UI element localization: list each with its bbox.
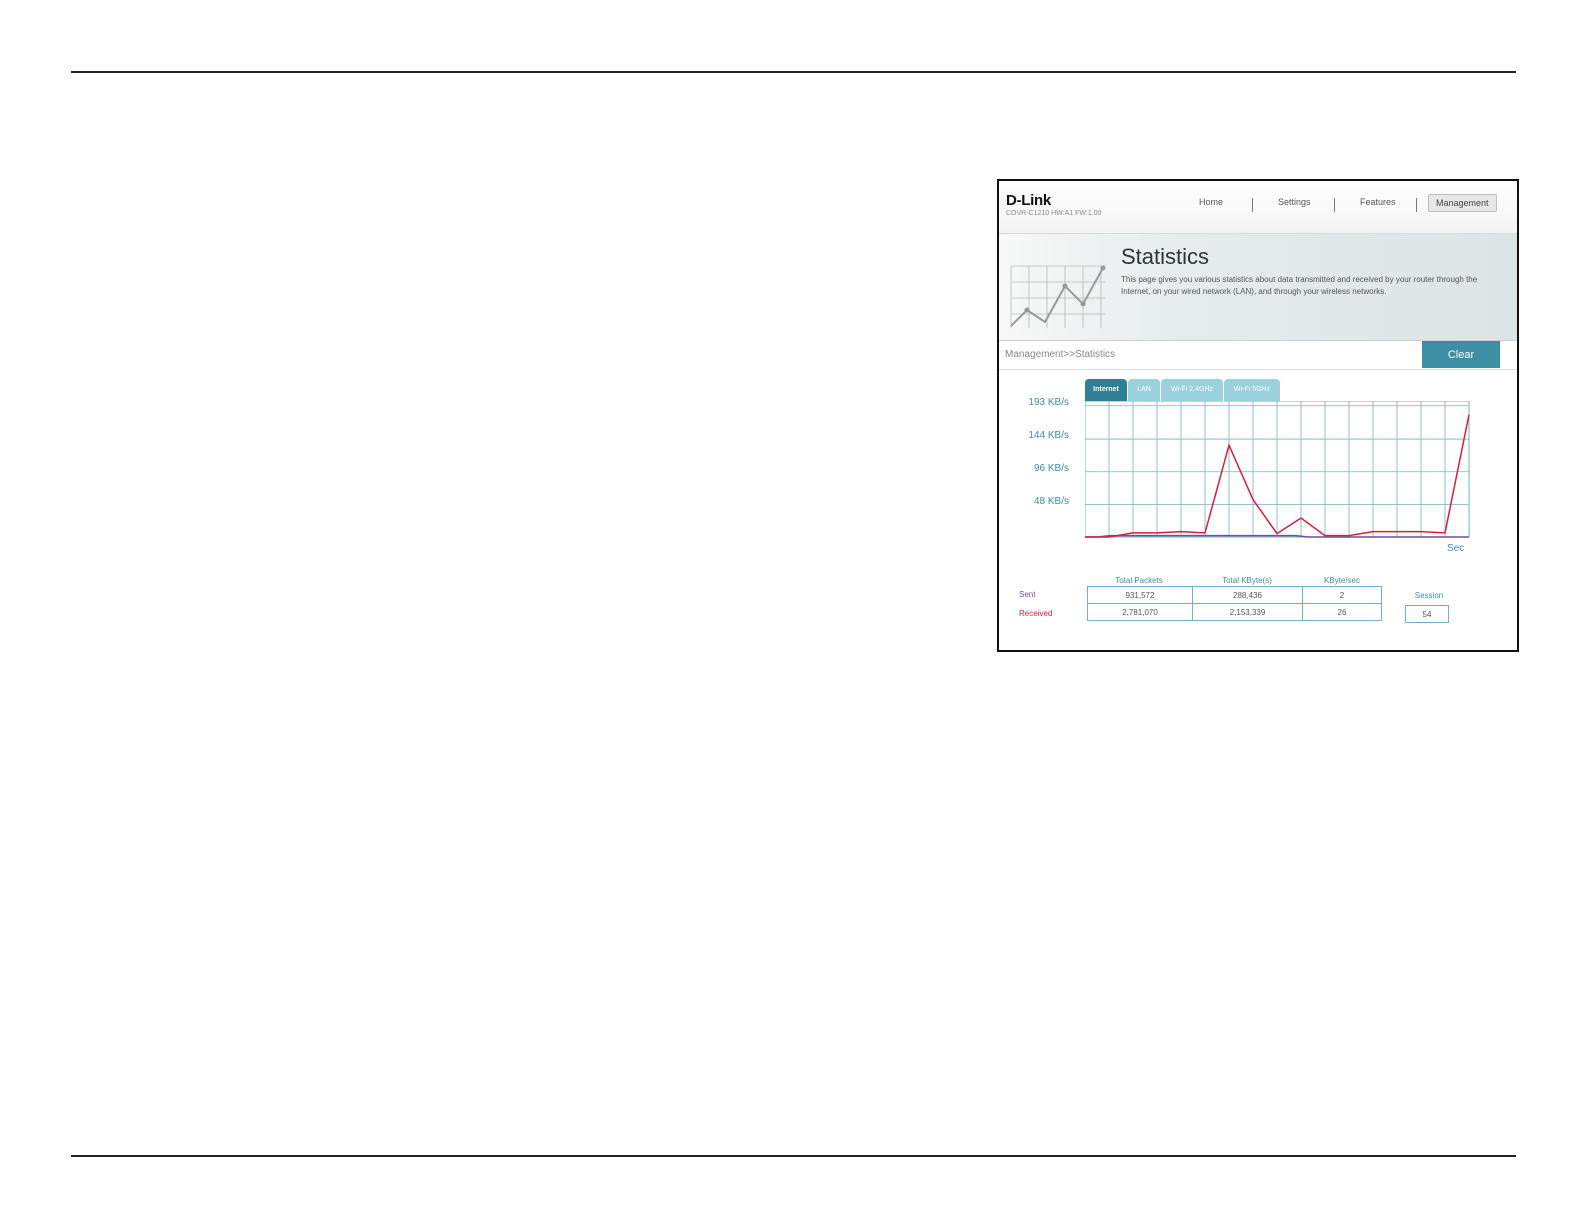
clear-button[interactable]: Clear [1422, 341, 1500, 368]
header-bar: D-Link COVR-C1210 HW:A1 FW:1.00 Home Set… [999, 181, 1517, 234]
bottom-rule [71, 1155, 1516, 1157]
row-label-received: Received [1019, 609, 1053, 618]
col-header-total-kbytes: Total KByte(s) [1222, 576, 1272, 585]
x-axis-unit: Sec [1447, 543, 1465, 554]
page-description: This page gives you various statistics a… [1121, 275, 1478, 296]
cell-received-rate: 26 [1302, 603, 1382, 621]
cell-sent-kbytes: 288,436 [1192, 586, 1303, 604]
cell-received-kbytes: 2,153,339 [1192, 603, 1303, 621]
statistics-graph-icon [1010, 265, 1106, 328]
tab-internet[interactable]: Internet [1085, 379, 1127, 401]
y-tick-label: 48 KB/s [1033, 496, 1069, 507]
col-header-kbyte-sec: KByte/sec [1323, 576, 1360, 585]
page-banner: Statistics This page gives you various s… [999, 234, 1517, 341]
model-info: COVR-C1210 HW:A1 FW:1.00 [1006, 210, 1102, 217]
session-value: 54 [1405, 605, 1449, 623]
nav-divider [1334, 198, 1335, 212]
nav-settings[interactable]: Settings [1278, 197, 1311, 207]
session-label: Session [1414, 591, 1444, 600]
nav-home[interactable]: Home [1199, 197, 1223, 207]
page-title: Statistics [1121, 244, 1210, 269]
cell-sent-packets: 931,572 [1087, 586, 1193, 604]
y-tick-label: 96 KB/s [1033, 463, 1069, 474]
tab-wifi-5ghz[interactable]: Wi-Fi 5GHz [1224, 379, 1280, 401]
nav-divider [1416, 198, 1417, 212]
top-rule [71, 71, 1516, 73]
nav-management[interactable]: Management [1428, 194, 1497, 212]
y-tick-label: 144 KB/s [1028, 430, 1069, 441]
breadcrumb-bar: Management>>Statistics Clear [999, 341, 1517, 370]
router-screenshot: D-Link COVR-C1210 HW:A1 FW:1.00 Home Set… [997, 179, 1519, 652]
cell-sent-rate: 2 [1302, 586, 1382, 604]
col-header-total-packets: Total Packets [1115, 576, 1163, 585]
traffic-chart [1085, 401, 1470, 538]
dlink-logo: D-Link [1006, 192, 1051, 209]
y-tick-label: 193 KB/s [1028, 397, 1069, 408]
tab-lan[interactable]: LAN [1128, 379, 1160, 401]
cell-received-packets: 2,781,070 [1087, 603, 1193, 621]
tab-wifi-24ghz[interactable]: Wi-Fi 2.4GHz [1161, 379, 1223, 401]
breadcrumb: Management>>Statistics [1005, 349, 1116, 360]
nav-features[interactable]: Features [1360, 197, 1396, 207]
row-label-sent: Sent [1019, 590, 1036, 599]
nav-divider [1252, 198, 1253, 212]
